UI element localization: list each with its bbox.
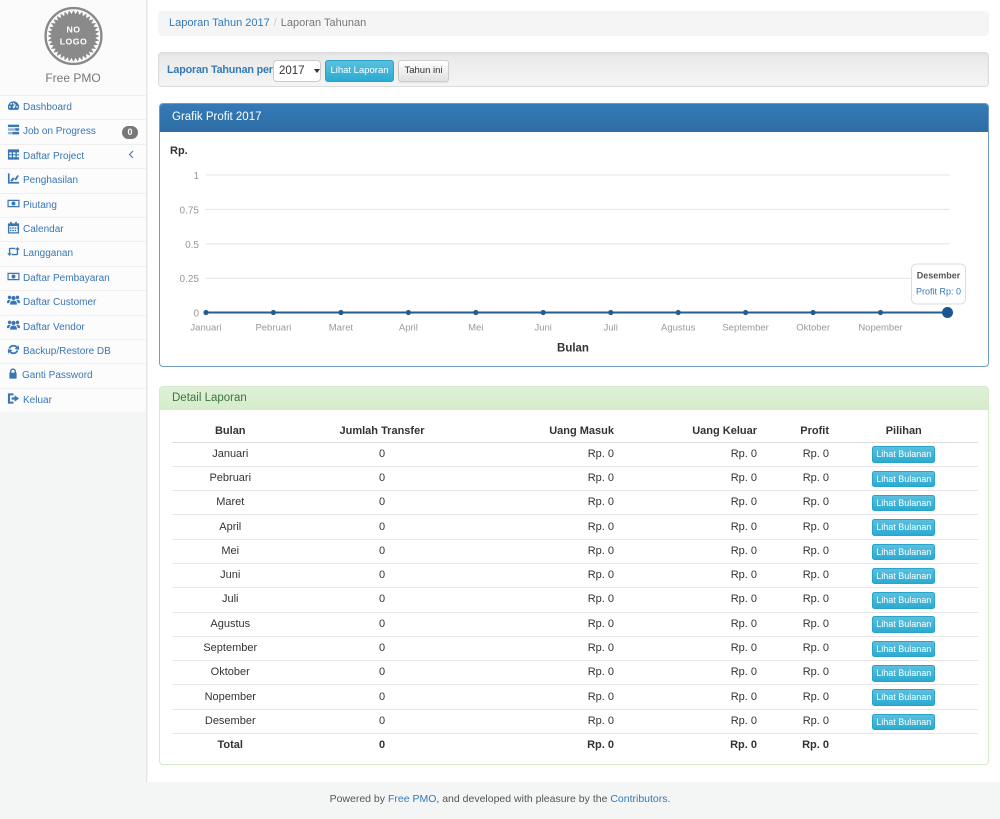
- svg-text:Oktober: Oktober: [796, 323, 830, 334]
- svg-text:0.5: 0.5: [185, 240, 199, 251]
- svg-text:September: September: [722, 323, 768, 334]
- svg-text:Profit Rp: 0: Profit Rp: 0: [916, 287, 961, 297]
- svg-text:Bulan: Bulan: [557, 343, 589, 355]
- svg-text:April: April: [399, 323, 418, 334]
- svg-text:1: 1: [193, 171, 199, 182]
- svg-text:Maret: Maret: [329, 323, 354, 334]
- svg-text:Mei: Mei: [468, 323, 483, 334]
- svg-text:Desember: Desember: [917, 271, 961, 281]
- svg-text:Januari: Januari: [190, 323, 221, 334]
- svg-text:0.25: 0.25: [180, 274, 200, 285]
- svg-text:Nopember: Nopember: [858, 323, 902, 334]
- svg-text:Juni: Juni: [534, 323, 551, 334]
- svg-text:NO: NO: [66, 25, 80, 35]
- svg-text:Rp.: Rp.: [170, 145, 188, 157]
- svg-text:Pebruari: Pebruari: [255, 323, 291, 334]
- svg-text:LOGO: LOGO: [60, 37, 88, 47]
- svg-text:0.75: 0.75: [180, 205, 200, 216]
- svg-text:0: 0: [193, 309, 199, 320]
- svg-text:Agustus: Agustus: [661, 323, 696, 334]
- svg-text:Juli: Juli: [604, 323, 618, 334]
